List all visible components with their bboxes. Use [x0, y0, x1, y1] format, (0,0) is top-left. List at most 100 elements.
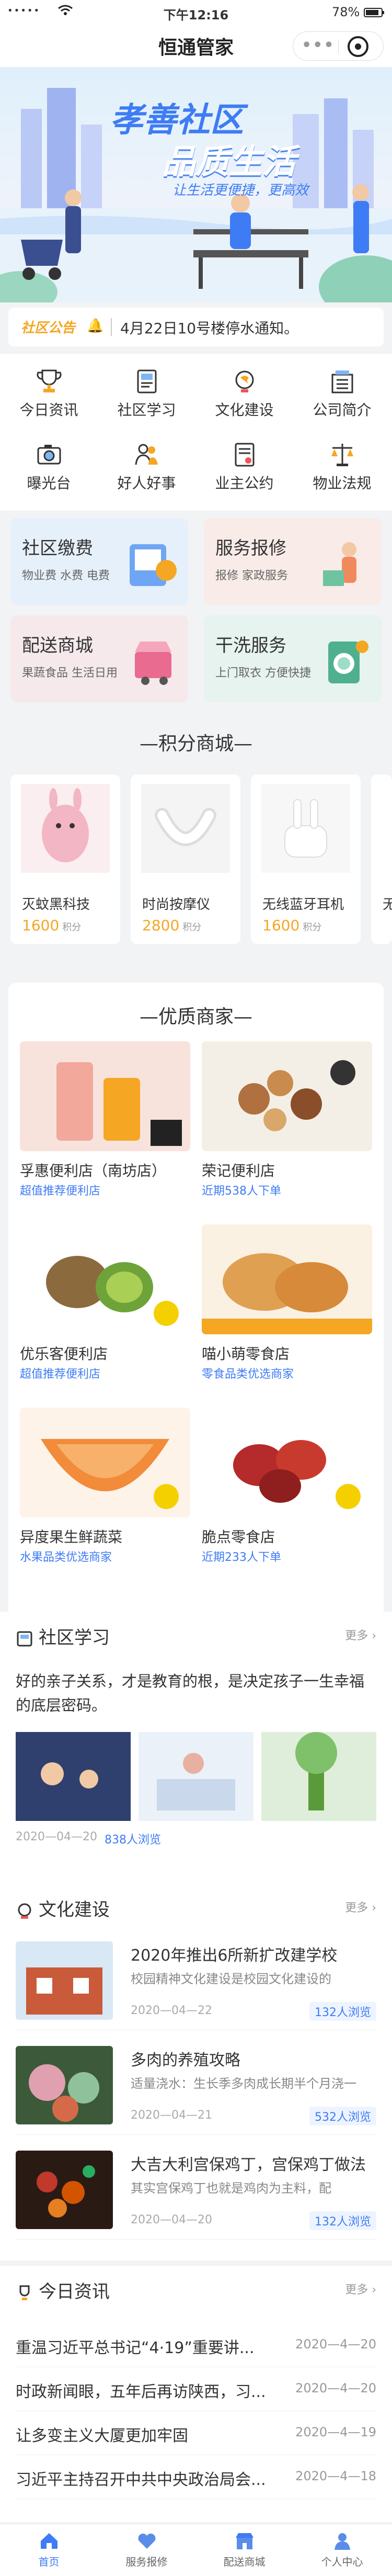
news-trophy-icon	[19, 2285, 30, 2300]
study-icon	[17, 1631, 32, 1646]
merchant-image-dates	[202, 1408, 372, 1517]
grid-item-label: 公司简介	[313, 401, 372, 419]
banner-slogan: 让生活更便捷，更高效	[172, 183, 309, 198]
article-views: 132人浏览	[309, 2002, 376, 2021]
news-item[interactable]: 习近平主持召开中共中央政治局会... 2020—4—18	[16, 2455, 376, 2499]
study-quote[interactable]: 好的亲子关系，才是教育的根，是决定孩子一生幸福的底层密码。	[16, 1669, 376, 1717]
tab-label: 个人中心	[321, 2556, 363, 2568]
section-header: 社区学习	[16, 1623, 110, 1649]
product-card[interactable]: 时尚按摩仪 2800 积分	[131, 774, 240, 944]
tab-repair[interactable]: 服务报修	[98, 2524, 195, 2576]
product-points: 1600 积分	[262, 917, 321, 934]
tab-home[interactable]: 首页	[0, 2524, 98, 2576]
merchant-subtitle: 零食品类优选商家	[202, 1368, 294, 1381]
service-card-delivery[interactable]: 配送商城 果蔬食品 生活日用	[10, 615, 188, 702]
service-card-subtitle: 报修 家政服务	[215, 569, 288, 582]
tab-label: 配送商城	[223, 2556, 266, 2568]
grid-item-company[interactable]: 公司简介	[293, 359, 391, 427]
notice-text: 4月22日10号楼停水通知。	[120, 320, 299, 337]
article-item[interactable]: 大吉大利宫保鸡丁，宫保鸡丁做法 其实宫保鸡丁也就是鸡肉为主料，配 2020—04…	[16, 2145, 376, 2240]
battery-indicator: 78%	[332, 5, 385, 19]
grid-item-study[interactable]: 社区学习	[98, 359, 195, 427]
merchant-card[interactable]: 优乐客便利店 超值推荐便利店	[20, 1224, 190, 1402]
study-images[interactable]	[16, 1732, 376, 1821]
merchant-card[interactable]: 孚惠便利店（南坊店） 超值推荐便利店	[20, 1041, 190, 1219]
book-icon	[137, 369, 156, 393]
service-card-subtitle: 物业费 水费 电费	[22, 569, 110, 582]
grid-item-good-deeds[interactable]: 好人好事	[98, 432, 195, 500]
laundry-illustration	[328, 640, 368, 683]
service-card-payment[interactable]: 社区缴费 物业费 水费 电费	[10, 518, 188, 605]
merchant-card[interactable]: 荣记便利店 近期538人下单	[202, 1041, 372, 1219]
merchant-name: 孚惠便利店（南坊店）	[20, 1162, 167, 1179]
grid-item-news[interactable]: 今日资讯	[0, 359, 98, 427]
trophy-icon	[36, 369, 62, 392]
service-card-repair[interactable]: 服务报修 报修 家政服务	[204, 518, 382, 605]
globe-icon	[235, 370, 253, 392]
function-grid: 今日资讯 社区学习 文化建设 公司简介 曝光台 好人好事 业主公约 物业法规	[0, 354, 392, 511]
article-item[interactable]: 多肉的养殖攻略 适量浇水：生长季多肉成长期半个月浇一 2020—04—21 53…	[16, 2041, 376, 2135]
study-views: 838人浏览	[105, 1833, 161, 1847]
article-summary: 校园精神文化建设是校园文化建设的	[131, 1972, 331, 1986]
shop-icon	[235, 2533, 253, 2549]
user-icon	[334, 2533, 350, 2550]
news-title: 重温习近平总书记“4·19”重要讲...	[16, 2339, 255, 2357]
battery-level: 78%	[332, 5, 360, 19]
news-date: 2020—4—19	[295, 2425, 376, 2439]
grid-item-label: 曝光台	[27, 475, 71, 492]
grid-item-label: 今日资讯	[19, 401, 78, 419]
product-points: 2800 积分	[142, 917, 201, 934]
service-card-laundry[interactable]: 干洗服务 上门取衣 方便快捷	[204, 615, 382, 702]
notice-bar[interactable]: 社区公告 🔔 4月22日10号楼停水通知。	[8, 308, 384, 346]
news-item[interactable]: 时政新闻眼，五年后再访陕西，习... 2020—4—20	[16, 2367, 376, 2411]
product-name: 时尚按摩仪	[142, 897, 211, 913]
payment-illustration	[130, 544, 177, 586]
more-link[interactable]: 更多 ›	[345, 1898, 376, 1915]
article-views: 132人浏览	[309, 2211, 376, 2230]
points-mall-title: —积分商城—	[139, 733, 252, 755]
product-name: 无线蓝牙耳机	[262, 897, 344, 913]
product-card[interactable]: 无线蓝牙耳机 1600 积分	[251, 774, 361, 944]
grid-item-exposure[interactable]: 曝光台	[0, 432, 98, 500]
section-title: 文化建设	[39, 1899, 110, 1920]
tab-profile[interactable]: 个人中心	[293, 2524, 391, 2576]
merchant-subtitle: 近期233人下单	[202, 1551, 281, 1564]
merchant-image-juice	[20, 1041, 190, 1151]
news-item[interactable]: 重温习近平总书记“4·19”重要讲... 2020—4—20	[16, 2323, 376, 2367]
article-item[interactable]: 2020年推出6所新扩改建学校 校园精神文化建设是校园文化建设的 2020—04…	[16, 1936, 376, 2030]
grid-item-label: 社区学习	[117, 401, 176, 419]
product-points: 1600 积分	[22, 917, 81, 934]
article-thumbnail-succulent	[16, 2046, 113, 2124]
grid-item-culture[interactable]: 文化建设	[195, 359, 293, 427]
heart-icon	[137, 2533, 156, 2549]
news-date: 2020—4—20	[295, 2381, 376, 2395]
notice-divider	[111, 318, 112, 336]
grid-item-regulations[interactable]: 物业法规	[293, 432, 391, 500]
service-card-subtitle: 果蔬食品 生活日用	[22, 667, 118, 680]
earbuds-image	[261, 784, 350, 873]
more-link[interactable]: 更多 ›	[345, 1626, 376, 1643]
repair-illustration	[323, 542, 356, 586]
mini-program-capsule: •••	[293, 31, 384, 61]
more-link[interactable]: 更多 ›	[345, 2280, 376, 2297]
status-bar: ••••• 下午12:16 78%	[0, 0, 392, 23]
grid-item-label: 文化建设	[215, 401, 274, 419]
close-program-icon[interactable]	[348, 36, 368, 57]
service-card-subtitle: 上门取衣 方便快捷	[215, 667, 311, 680]
merchant-card[interactable]: 脆点零食店 近期233人下单	[202, 1408, 372, 1585]
points-unit: 积分	[182, 922, 202, 933]
merchant-subtitle: 水果品类优选商家	[20, 1551, 112, 1564]
hero-banner[interactable]: 孝善社区 品质生活 让生活更便捷，更高效	[0, 67, 392, 302]
capsule-divider	[338, 39, 339, 54]
article-title: 多肉的养殖攻略	[131, 2051, 240, 2069]
merchant-card[interactable]: 喵小萌零食店 零食品类优选商家	[202, 1224, 372, 1402]
news-item[interactable]: 让多变主义大厦更加牢固 2020—4—19	[16, 2411, 376, 2455]
merchant-image-nuts	[202, 1041, 372, 1151]
merchant-card[interactable]: 异度果生鲜蔬菜 水果品类优选商家	[20, 1408, 190, 1585]
merchant-name: 脆点零食店	[202, 1528, 275, 1546]
merchant-image-melon	[20, 1408, 190, 1517]
grid-item-convention[interactable]: 业主公约	[195, 432, 293, 500]
product-card[interactable]: 灭蚊黑科技 1600 积分	[10, 774, 120, 944]
product-card-partial[interactable]: 无线	[371, 774, 392, 944]
tab-mall[interactable]: 配送商城	[195, 2524, 293, 2576]
